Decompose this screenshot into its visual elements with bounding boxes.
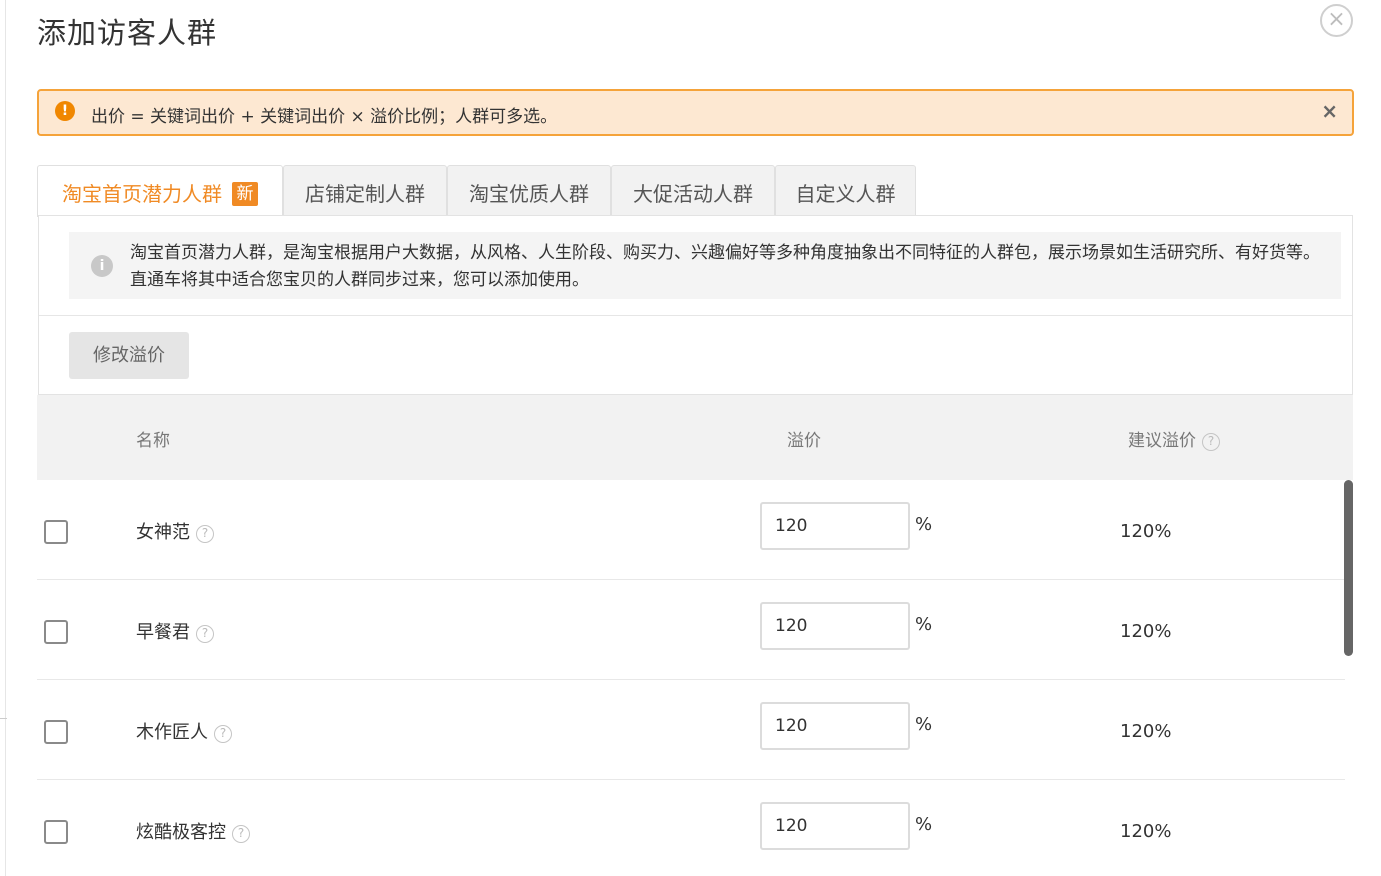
tab-promotion-event[interactable]: 大促活动人群 — [611, 165, 775, 216]
vertical-scrollbar[interactable] — [1344, 480, 1353, 656]
group-name: 女神范? — [136, 518, 214, 544]
suggested-premium-value: 120% — [1120, 721, 1172, 742]
suggested-premium-value: 120% — [1120, 521, 1172, 542]
header-premium: 溢价 — [787, 431, 821, 451]
divider — [39, 315, 1352, 316]
modify-premium-button[interactable]: 修改溢价 — [69, 332, 189, 379]
new-badge: 新 — [232, 182, 258, 206]
alert-banner: ! 出价 = 关键词出价 + 关键词出价 × 溢价比例；人群可多选。 × — [37, 89, 1354, 136]
header-name: 名称 — [136, 431, 170, 451]
header-suggested-label: 建议溢价 — [1128, 431, 1196, 451]
group-name: 炫酷极客控? — [136, 818, 250, 844]
group-name-label: 木作匠人 — [136, 722, 208, 743]
premium-input[interactable] — [760, 502, 910, 550]
warning-icon: ! — [55, 101, 75, 121]
premium-input[interactable] — [760, 802, 910, 850]
premium-input[interactable] — [760, 602, 910, 650]
info-box: i 淘宝首页潜力人群，是淘宝根据用户大数据，从风格、人生阶段、购买力、兴趣偏好等… — [69, 232, 1341, 299]
tab-shop-custom[interactable]: 店铺定制人群 — [283, 165, 447, 216]
percent-sign: % — [915, 614, 933, 635]
dialog-title: 添加访客人群 — [37, 16, 218, 50]
table-row: 木作匠人? % 120% — [37, 680, 1345, 780]
help-icon[interactable]: ? — [1202, 433, 1220, 451]
percent-sign: % — [915, 714, 933, 735]
alert-close-icon[interactable]: × — [1321, 99, 1338, 123]
left-edge-tick — [0, 718, 7, 719]
add-visitor-group-dialog: 添加访客人群 × ! 出价 = 关键词出价 + 关键词出价 × 溢价比例；人群可… — [0, 0, 1381, 876]
percent-sign: % — [915, 814, 933, 835]
suggested-premium-value: 120% — [1120, 621, 1172, 642]
tab-label: 自定义人群 — [795, 182, 896, 206]
info-text: 淘宝首页潜力人群，是淘宝根据用户大数据，从风格、人生阶段、购买力、兴趣偏好等多种… — [130, 243, 1320, 290]
table-header: 名称 溢价 建议溢价? — [37, 395, 1353, 480]
header-suggested-premium: 建议溢价? — [1128, 426, 1220, 451]
group-name-label: 早餐君 — [136, 622, 190, 643]
group-name: 木作匠人? — [136, 718, 232, 744]
alert-text: 出价 = 关键词出价 + 关键词出价 × 溢价比例；人群可多选。 — [91, 107, 558, 127]
help-icon[interactable]: ? — [196, 625, 214, 643]
row-checkbox[interactable] — [44, 820, 68, 844]
tab-label: 淘宝首页潜力人群 — [62, 182, 222, 206]
help-icon[interactable]: ? — [232, 825, 250, 843]
group-name-label: 女神范 — [136, 522, 190, 543]
info-icon: i — [91, 255, 113, 277]
group-name: 早餐君? — [136, 618, 214, 644]
premium-input[interactable] — [760, 702, 910, 750]
tab-panel: i 淘宝首页潜力人群，是淘宝根据用户大数据，从风格、人生阶段、购买力、兴趣偏好等… — [38, 215, 1353, 395]
help-icon[interactable]: ? — [196, 525, 214, 543]
suggested-premium-value: 120% — [1120, 821, 1172, 842]
group-name-label: 炫酷极客控 — [136, 822, 226, 843]
tab-label: 大促活动人群 — [633, 182, 753, 206]
close-dialog-icon[interactable]: × — [1320, 4, 1353, 37]
tab-label: 店铺定制人群 — [305, 182, 425, 206]
table-row: 女神范? % 120% — [37, 480, 1345, 580]
row-checkbox[interactable] — [44, 520, 68, 544]
table-row: 炫酷极客控? % 120% — [37, 780, 1345, 876]
tab-label: 淘宝优质人群 — [469, 182, 589, 206]
tab-custom-defined[interactable]: 自定义人群 — [775, 165, 916, 216]
table-row: 早餐君? % 120% — [37, 580, 1345, 680]
row-checkbox[interactable] — [44, 720, 68, 744]
tab-taobao-homepage-potential[interactable]: 淘宝首页潜力人群新 — [37, 165, 283, 217]
help-icon[interactable]: ? — [214, 725, 232, 743]
left-edge-border — [0, 0, 6, 876]
percent-sign: % — [915, 514, 933, 535]
tab-taobao-quality[interactable]: 淘宝优质人群 — [447, 165, 611, 216]
row-checkbox[interactable] — [44, 620, 68, 644]
